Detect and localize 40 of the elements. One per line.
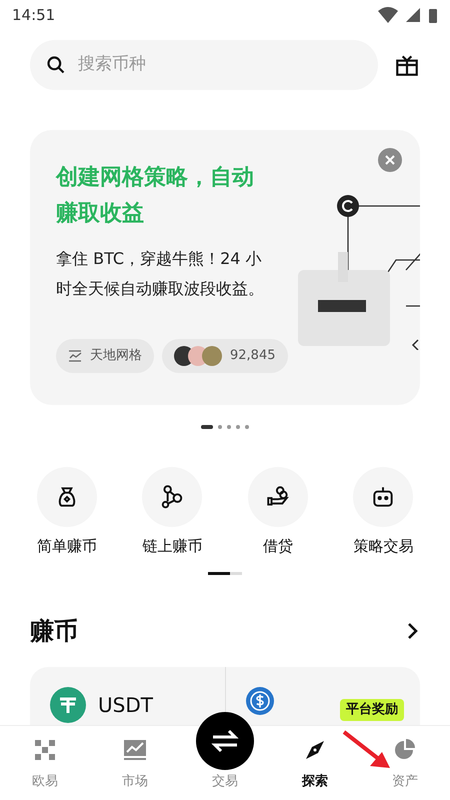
section-title: 赚币 — [30, 616, 78, 646]
shortcut-label: 借贷 — [262, 536, 293, 557]
chevron-right-icon[interactable] — [406, 622, 420, 640]
shortcut-item[interactable]: 链上赚币 — [120, 467, 225, 558]
grid-line-icon — [68, 349, 82, 363]
coin-name: USDT — [98, 692, 153, 718]
signal-icon — [406, 8, 420, 22]
nav-tab[interactable]: 资产 — [360, 726, 450, 800]
wifi-icon — [378, 7, 398, 23]
search-field[interactable]: 搜索币种 — [30, 40, 378, 90]
shortcut-item[interactable]: 策略交易 — [330, 467, 436, 558]
shortcut-item[interactable]: 简单赚币 — [14, 467, 120, 558]
status-time: 14:51 — [12, 4, 56, 26]
pie-chart-icon — [393, 738, 417, 762]
shortcut-item[interactable]: 借贷 — [225, 467, 330, 558]
nav-tab[interactable]: 交易 — [180, 710, 270, 800]
reward-badge: 平台奖励 — [340, 698, 404, 720]
search-icon — [46, 55, 66, 75]
swap-icon — [211, 728, 239, 752]
close-button[interactable] — [378, 148, 402, 172]
participants-tag[interactable]: 92,845 — [162, 339, 288, 373]
nav-tab[interactable]: 探索 — [270, 726, 360, 800]
arrow-annotation — [342, 730, 392, 770]
close-icon — [385, 155, 395, 165]
grid-icon — [33, 738, 57, 762]
promo-title: 创建网格策略，自动赚取收益 — [56, 164, 255, 228]
nav-tab[interactable]: 欧易 — [0, 726, 90, 800]
nav-tab[interactable]: 市场 — [90, 726, 180, 800]
shortcut-label: 链上赚币 — [142, 536, 202, 557]
search-input[interactable]: 搜索币种 — [78, 52, 362, 78]
coin-icon — [50, 686, 86, 722]
dollar-coin-icon — [246, 686, 274, 714]
shortcut-label: 策略交易 — [353, 536, 414, 557]
chart-icon — [122, 738, 148, 762]
avatar — [202, 346, 222, 366]
promo-description: 拿住 BTC，穿越牛熊！24 小时全天候自动赚取波段收益。 — [56, 248, 265, 300]
shortcut-label: 简单赚币 — [36, 536, 97, 557]
battery-icon — [428, 7, 438, 23]
strategy-tag[interactable]: 天地网格 — [56, 339, 154, 373]
promo-card[interactable]: 创建网格策略，自动赚取收益 拿住 BTC，穿越牛熊！24 小时全天候自动赚取波段收益。 天地网格 92,845 — [30, 130, 420, 405]
